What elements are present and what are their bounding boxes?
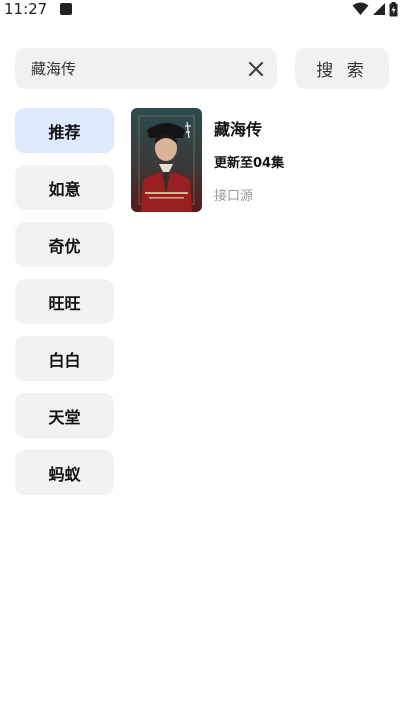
source-tab-qiyou[interactable]: 奇优 [15, 222, 114, 267]
source-tab-wangwang[interactable]: 旺旺 [15, 279, 114, 324]
status-time: 11:27 [4, 0, 48, 18]
source-tab-recommend[interactable]: 推荐 [15, 108, 114, 153]
source-tab-mayi[interactable]: 蚂蚁 [15, 450, 114, 495]
wifi-icon [352, 2, 369, 15]
search-bar: 搜 索 [15, 48, 389, 89]
source-tab-tiantang[interactable]: 天堂 [15, 393, 114, 438]
clear-button[interactable] [245, 58, 267, 80]
notification-icon [60, 3, 72, 15]
result-source-label: 接口源 [214, 189, 254, 204]
cell-signal-icon [373, 3, 385, 15]
search-box [15, 48, 277, 89]
status-bar: 11:27 [0, 0, 402, 18]
poster-image [131, 108, 202, 212]
result-update-status: 更新至04集 [214, 156, 285, 171]
status-icons [352, 1, 398, 17]
result-card[interactable]: 藏海传 更新至04集 接口源 [131, 108, 389, 212]
source-tab-ruyi[interactable]: 如意 [15, 165, 114, 210]
result-title: 藏海传 [214, 120, 263, 139]
source-tab-baibai[interactable]: 白白 [15, 336, 114, 381]
battery-icon [389, 1, 398, 16]
source-list: 推荐 如意 奇优 旺旺 白白 天堂 蚂蚁 [15, 108, 114, 507]
search-input[interactable] [31, 48, 241, 89]
close-icon [248, 61, 264, 77]
search-button[interactable]: 搜 索 [295, 48, 389, 89]
